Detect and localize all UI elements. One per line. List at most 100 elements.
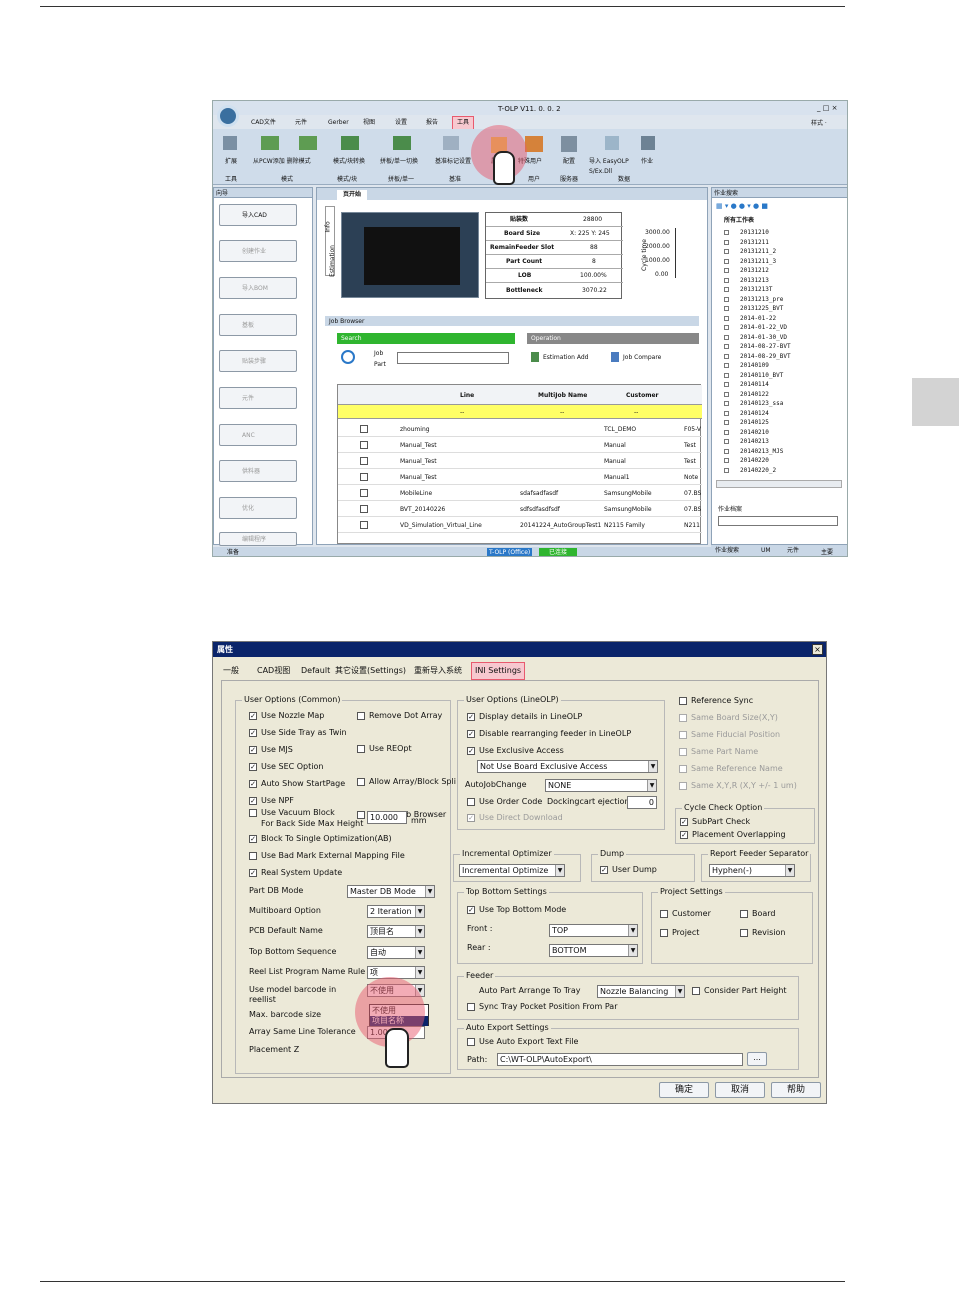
fiducial-icon[interactable] <box>443 136 459 150</box>
tab-default[interactable]: Default <box>301 666 330 676</box>
tree-expander-icon[interactable] <box>724 334 729 340</box>
project-checkbox[interactable] <box>660 929 668 937</box>
ribbon-config[interactable]: 配置 <box>563 157 575 167</box>
col-line[interactable]: Line <box>460 391 474 401</box>
front-select[interactable]: TOP ▼ <box>549 924 638 937</box>
tree-expander-icon[interactable] <box>724 230 729 235</box>
row-checkbox[interactable] <box>360 473 368 481</box>
tree-expander-icon[interactable] <box>724 448 729 454</box>
field-select[interactable]: 2 Iteration ▼ <box>367 905 425 918</box>
tree-item[interactable]: 20131225_BVT <box>740 304 783 314</box>
tree-hscroll[interactable] <box>716 480 842 488</box>
table-row[interactable]: BVT_20140226 sdfsdfasdfsdf SamsungMobile 07… <box>338 501 702 517</box>
consider-height-checkbox[interactable] <box>692 987 700 995</box>
tab-reimport[interactable]: 重新导入系统 <box>414 666 462 676</box>
col-customer[interactable]: Customer <box>626 391 659 401</box>
option-checkbox[interactable] <box>679 748 687 756</box>
customer-checkbox[interactable] <box>660 910 668 918</box>
menu-report[interactable]: 报告 <box>426 118 438 128</box>
tree-item[interactable]: 20140220_2 <box>740 466 776 476</box>
tree-root[interactable]: 所有工作表 <box>724 216 754 226</box>
tree-item[interactable]: 20131211_3 <box>740 257 776 267</box>
option-checkbox[interactable]: ✓ <box>249 835 257 843</box>
estimation-add-icon[interactable] <box>531 352 539 362</box>
tab-estimation[interactable]: Estimation <box>328 245 338 277</box>
tree-expander-icon[interactable] <box>724 239 729 245</box>
tab-part[interactable]: 元件 <box>787 546 799 556</box>
tree-expander-icon[interactable] <box>724 306 729 311</box>
menu-view[interactable]: 视图 <box>363 118 375 128</box>
tree-expander-icon[interactable] <box>724 467 729 473</box>
tree-item[interactable]: 20131213_pre <box>740 295 783 305</box>
menu-part[interactable]: 元件 <box>295 118 307 128</box>
browse-button[interactable]: ... <box>747 1052 767 1066</box>
option-checkbox[interactable]: ✓ <box>249 797 257 805</box>
revision-checkbox[interactable] <box>740 929 748 937</box>
tree-expander-icon[interactable] <box>724 420 729 425</box>
tab-info[interactable]: Info <box>324 221 334 232</box>
tree-item[interactable]: 20140125 <box>740 418 769 428</box>
row-checkbox[interactable] <box>360 425 368 433</box>
tree-expander-icon[interactable] <box>724 325 729 330</box>
tree-item[interactable]: 20140123_ssa <box>740 399 783 409</box>
row-checkbox[interactable] <box>360 521 368 529</box>
estimation-add-button[interactable]: Estimation Add <box>543 353 588 363</box>
incremental-select[interactable]: Incremental Optimize ▼ <box>459 864 565 877</box>
option-checkbox[interactable] <box>357 745 365 753</box>
option-checkbox[interactable]: ✓ <box>680 831 688 839</box>
array-single-icon[interactable] <box>393 136 411 150</box>
direct-download-checkbox[interactable]: ✓ <box>467 814 475 822</box>
tree-item[interactable]: 20131210 <box>740 228 769 238</box>
rear-select[interactable]: BOTTOM ▼ <box>549 944 638 957</box>
wizard-optimize[interactable]: 优化 <box>219 497 297 519</box>
tree-expander-icon[interactable] <box>724 458 729 463</box>
option-checkbox[interactable] <box>679 697 687 705</box>
delete-mode-icon[interactable] <box>299 136 317 150</box>
option-checkbox[interactable] <box>357 712 365 720</box>
tab-general[interactable]: 一般 <box>223 666 239 676</box>
config-icon[interactable] <box>561 136 577 152</box>
order-code-checkbox[interactable] <box>467 798 475 806</box>
wizard-feeder[interactable]: 供料器 <box>219 460 297 482</box>
board-checkbox[interactable] <box>740 910 748 918</box>
option-checkbox[interactable] <box>679 714 687 722</box>
help-button[interactable]: 帮助 <box>771 1082 821 1098</box>
grid-filter-row[interactable]: -- -- -- <box>338 405 702 419</box>
tree-expander-icon[interactable] <box>724 372 729 378</box>
special-user-icon[interactable] <box>525 136 543 152</box>
doc-tab-start[interactable]: 页开始 <box>337 190 368 200</box>
tree-item[interactable]: 2014-08-27-BVT <box>740 342 791 352</box>
option-checkbox[interactable]: ✓ <box>467 730 475 738</box>
table-row[interactable]: Manual_Test Manual Test <box>338 453 702 469</box>
menu-gerber[interactable]: Gerber <box>328 118 349 128</box>
tab-ini-settings[interactable]: INI Settings <box>471 662 526 680</box>
option-checkbox[interactable] <box>249 852 257 860</box>
table-row[interactable]: VD_Simulation_Virtual_Line 20141224_AutoG… <box>338 517 702 533</box>
tree-item[interactable]: 20140109 <box>740 361 769 371</box>
ribbon-fiducial[interactable]: 基准标记设置 <box>435 157 471 167</box>
extend-icon[interactable] <box>223 136 237 150</box>
app-logo-icon[interactable] <box>217 105 239 127</box>
wizard-placement[interactable]: 贴装步骤 <box>219 350 297 372</box>
tree-expander-icon[interactable] <box>724 268 729 273</box>
import-easyolp-icon[interactable] <box>605 136 619 150</box>
mode-block-icon[interactable] <box>341 136 359 150</box>
vacuum-height-input[interactable]: 10.000 <box>367 811 407 824</box>
table-row[interactable]: zhouming TCL_DEMO F05-V <box>338 421 702 437</box>
window-buttons[interactable]: _ □ × <box>817 103 837 113</box>
tree-expander-icon[interactable] <box>724 353 729 359</box>
auto-part-select[interactable]: Nozzle Balancing ▼ <box>597 985 685 998</box>
tree-expander-icon[interactable] <box>724 401 729 406</box>
option-checkbox[interactable] <box>679 782 687 790</box>
use-auto-export-checkbox[interactable] <box>467 1038 475 1046</box>
option-checkbox[interactable]: ✓ <box>249 729 257 737</box>
tree-expander-icon[interactable] <box>724 249 729 254</box>
ribbon-mode-block[interactable]: 模式/块转换 <box>333 157 365 167</box>
ribbon-extend[interactable]: 扩展 <box>225 157 237 167</box>
tree-expander-icon[interactable] <box>724 287 729 292</box>
sync-tray-checkbox[interactable] <box>467 1003 475 1011</box>
option-checkbox[interactable]: ✓ <box>249 869 257 877</box>
exclusive-access-select[interactable]: Not Use Board Exclusive Access ▼ <box>477 760 658 773</box>
tab-cad-view[interactable]: CAD视图 <box>257 666 290 676</box>
wizard-part[interactable]: 元件 <box>219 387 297 409</box>
